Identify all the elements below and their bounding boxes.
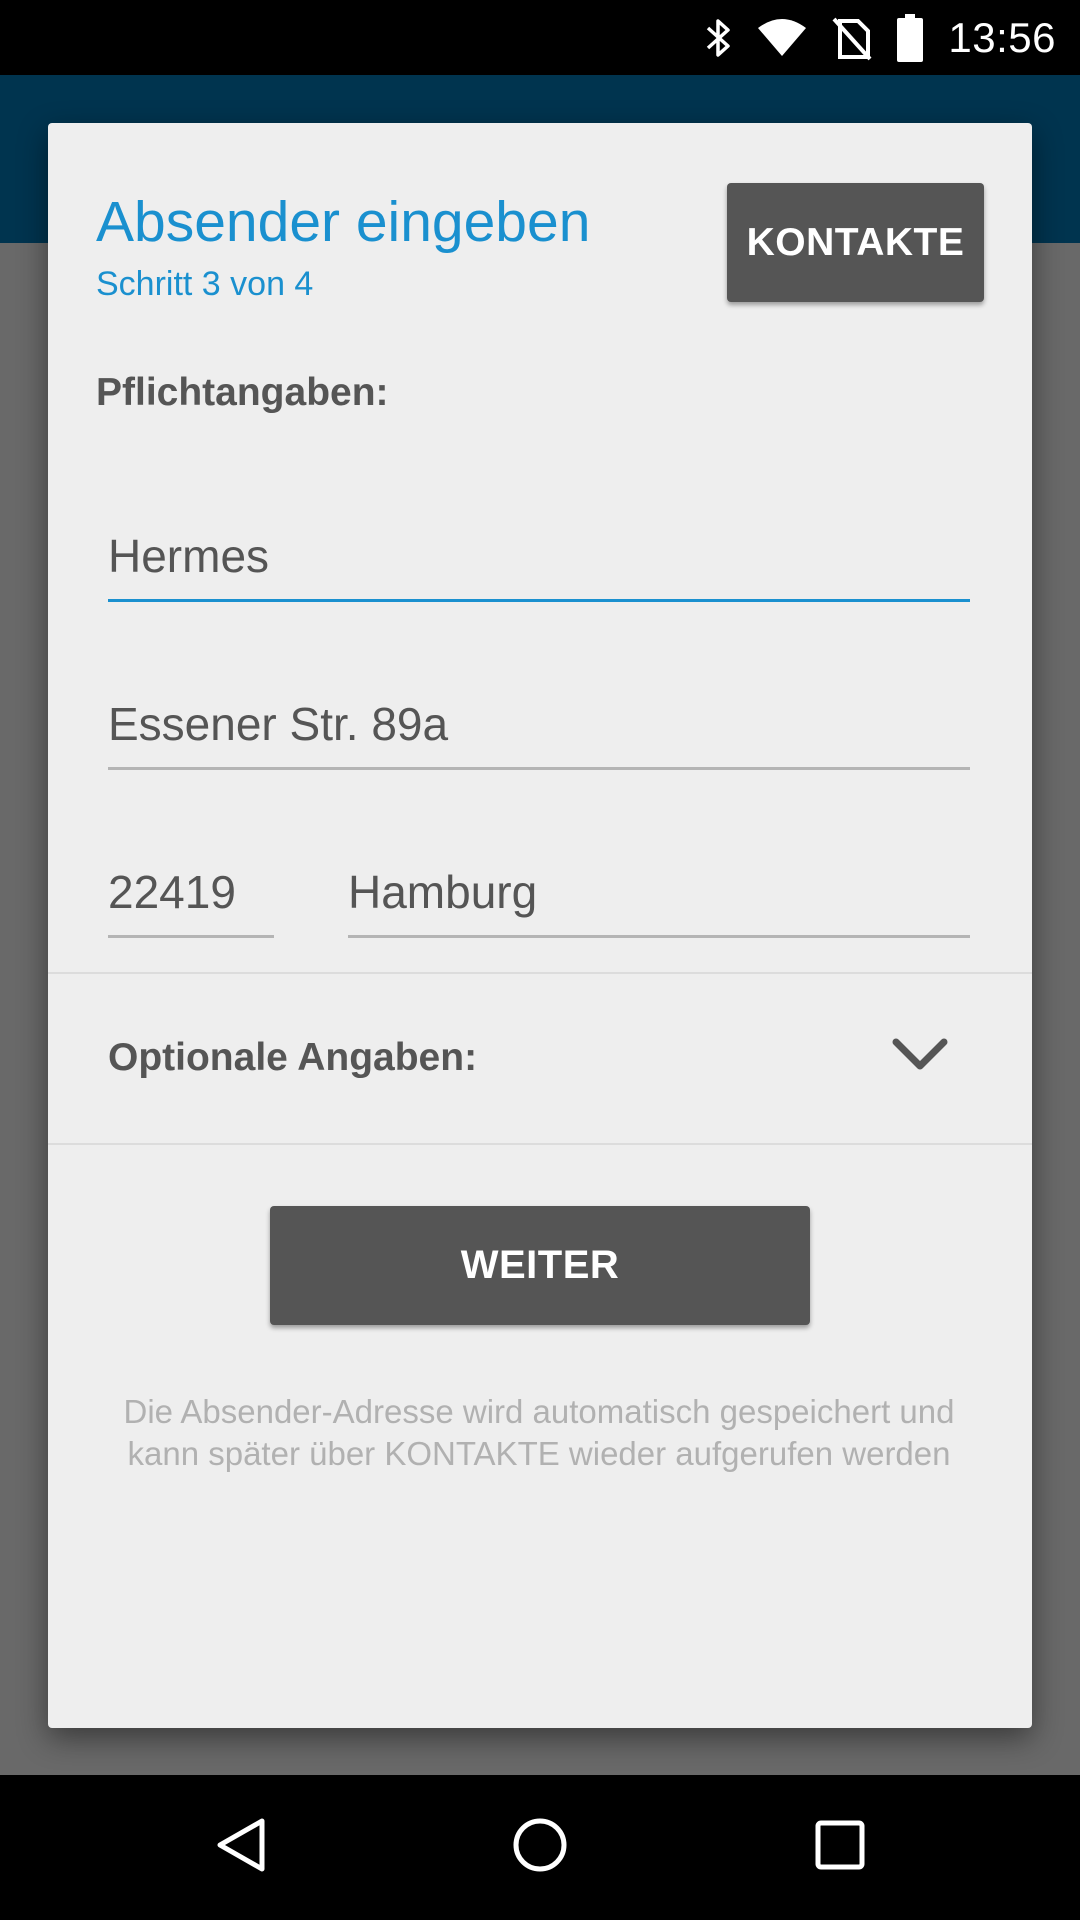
name-input[interactable] <box>108 529 970 599</box>
home-button[interactable] <box>460 1775 620 1920</box>
divider <box>48 1143 1032 1145</box>
sender-dialog: Absender eingeben Schritt 3 von 4 KONTAK… <box>48 123 1032 1728</box>
navigation-bar <box>0 1775 1080 1920</box>
name-field <box>108 520 970 602</box>
street-input[interactable] <box>108 697 970 767</box>
status-bar: 13:56 <box>0 0 1080 75</box>
bluetooth-icon <box>704 16 732 60</box>
back-button[interactable] <box>160 1775 320 1920</box>
home-icon <box>510 1815 570 1880</box>
required-section-label: Pflichtangaben: <box>96 371 389 414</box>
battery-icon <box>896 13 924 62</box>
optional-section-toggle[interactable]: Optionale Angaben: <box>48 974 1032 1143</box>
chevron-down-icon[interactable] <box>890 1034 950 1079</box>
zip-input[interactable] <box>108 865 274 935</box>
back-icon <box>210 1815 270 1880</box>
clock: 13:56 <box>948 13 1056 61</box>
autosave-hint: Die Absender-Adresse wird automatisch ge… <box>123 1393 955 1472</box>
zip-field <box>108 856 274 938</box>
city-input[interactable] <box>348 865 970 935</box>
status-icons: 13:56 <box>704 0 1056 75</box>
recents-button[interactable] <box>760 1775 920 1920</box>
optional-section-label: Optionale Angaben: <box>108 1036 478 1079</box>
step-indicator: Schritt 3 von 4 <box>96 265 314 303</box>
next-button[interactable]: WEITER <box>270 1206 810 1325</box>
street-field <box>108 688 970 770</box>
screen: 13:56 Absender eingeben Schritt 3 von 4 … <box>0 0 1080 1920</box>
contacts-button[interactable]: KONTAKTE <box>727 183 984 302</box>
recents-icon <box>812 1817 868 1878</box>
no-sim-icon <box>832 15 872 61</box>
wifi-icon <box>756 18 808 58</box>
dialog-title: Absender eingeben <box>96 190 591 254</box>
city-field <box>348 856 970 938</box>
